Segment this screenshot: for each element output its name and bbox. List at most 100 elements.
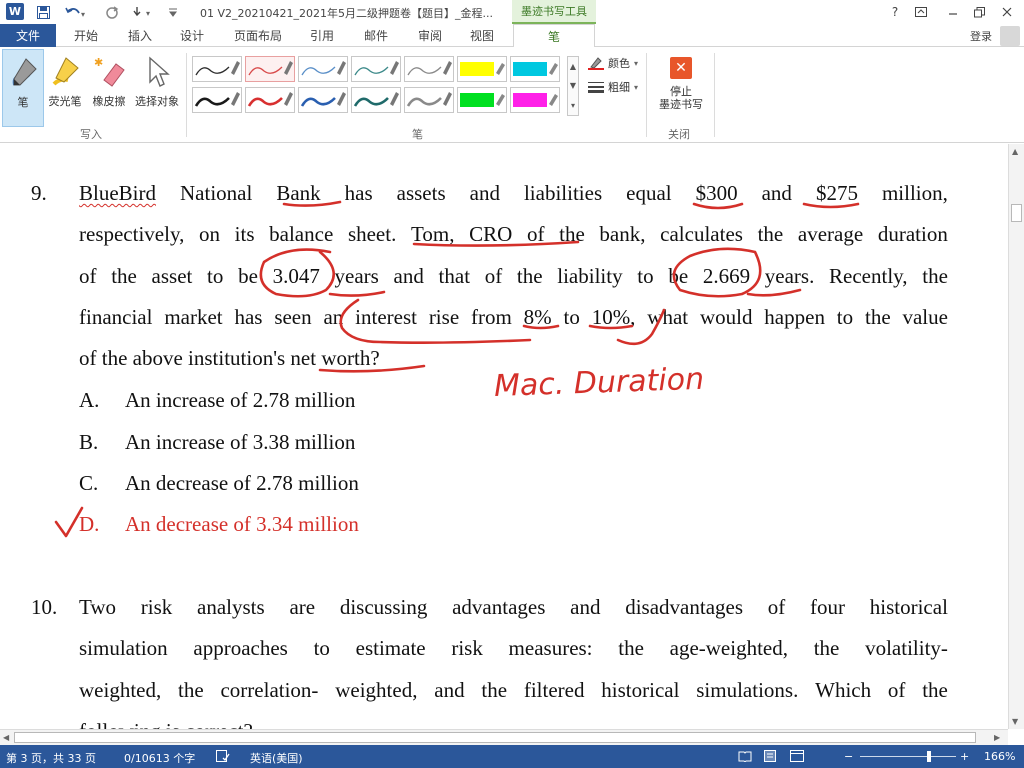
- tab-home[interactable]: 开始: [74, 24, 98, 47]
- word: to: [836, 305, 854, 329]
- horizontal-scroll-thumb[interactable]: [14, 732, 976, 743]
- pen-swatch[interactable]: [298, 56, 348, 82]
- restore-icon[interactable]: [968, 2, 990, 22]
- pen-swatch[interactable]: [404, 87, 454, 113]
- word-count[interactable]: 0/10613 个字: [124, 750, 195, 766]
- eraser-tool-button[interactable]: ✱ 橡皮擦: [88, 49, 130, 127]
- zoom-level[interactable]: 166%: [984, 750, 1015, 763]
- user-avatar[interactable]: [1000, 26, 1020, 46]
- stop-inking-button[interactable]: ✕ 停止 墨迹书写: [654, 51, 708, 125]
- word: the: [481, 678, 508, 702]
- tab-pen[interactable]: 笔: [513, 24, 595, 48]
- zoom-slider-thumb[interactable]: [927, 751, 931, 762]
- scroll-left-icon[interactable]: ◀: [3, 733, 9, 742]
- gallery-down-icon[interactable]: ▼: [570, 81, 576, 90]
- word: the: [618, 636, 644, 660]
- stop-inking-label-1: 停止: [670, 85, 692, 98]
- word: respectively,: [79, 222, 185, 246]
- pen-color-label: 颜色: [608, 57, 630, 70]
- tab-references[interactable]: 引用: [310, 24, 334, 47]
- group-label-pens: 笔: [412, 128, 423, 141]
- ribbon-display-icon[interactable]: [910, 2, 932, 22]
- svg-text:✱: ✱: [94, 56, 103, 69]
- customize-icon[interactable]: [166, 3, 180, 21]
- signin-link[interactable]: 登录: [970, 28, 992, 44]
- gallery-more-icon[interactable]: ▾: [571, 101, 575, 110]
- status-bar: 第 3 页，共 33 页 0/10613 个字 英语(美国) − + 166%: [0, 745, 1024, 768]
- tab-view[interactable]: 视图: [470, 24, 494, 47]
- pen-swatch[interactable]: [298, 87, 348, 113]
- gallery-up-icon[interactable]: ▲: [570, 62, 576, 71]
- word: the: [516, 264, 543, 288]
- tab-design[interactable]: 设计: [180, 24, 204, 47]
- pen-swatch[interactable]: [351, 56, 401, 82]
- vertical-scroll-thumb[interactable]: [1011, 204, 1022, 222]
- proofing-icon[interactable]: [216, 750, 230, 765]
- pen-swatch[interactable]: [404, 56, 454, 82]
- redo-icon[interactable]: [102, 3, 122, 21]
- word: 2.669: [702, 264, 751, 288]
- tab-review[interactable]: 审阅: [418, 24, 442, 47]
- eraser-icon: ✱: [92, 49, 126, 93]
- pen-swatch[interactable]: [457, 56, 507, 82]
- undo-icon[interactable]: ▾: [62, 3, 90, 21]
- zoom-out-icon[interactable]: −: [844, 750, 853, 763]
- minimize-icon[interactable]: [942, 2, 964, 22]
- scroll-down-icon[interactable]: ▼: [1012, 717, 1018, 726]
- word: equal: [626, 181, 672, 205]
- scroll-up-icon[interactable]: ▲: [1012, 147, 1018, 156]
- word: and: [434, 678, 465, 702]
- touch-mode-icon[interactable]: ▾: [128, 3, 158, 21]
- gallery-scroll[interactable]: ▲ ▼ ▾: [567, 56, 579, 116]
- title-bar: W ▾ ▾ 01 V2_20210421_2021年5月二级押题卷【题目】_金程…: [0, 0, 1024, 24]
- word: from: [470, 305, 512, 329]
- option-b-text: An increase of 3.38 million: [125, 430, 356, 454]
- page-count[interactable]: 第 3 页，共 33 页: [6, 750, 96, 766]
- word: historical: [601, 678, 680, 702]
- question-9-line-5: of the above institution's net worth?: [79, 346, 380, 370]
- word: 8%: [523, 305, 552, 329]
- print-layout-icon[interactable]: [764, 750, 776, 765]
- help-icon[interactable]: ?: [884, 2, 906, 22]
- pen-swatch[interactable]: [457, 87, 507, 113]
- highlighter-tool-button[interactable]: 荧光笔: [44, 49, 86, 127]
- pen-swatch[interactable]: [510, 56, 560, 82]
- pen-swatch[interactable]: [510, 87, 560, 113]
- word: disadvantages: [625, 595, 744, 619]
- select-objects-button[interactable]: 选择对象: [132, 49, 182, 127]
- tab-mailings[interactable]: 邮件: [364, 24, 388, 47]
- zoom-in-icon[interactable]: +: [960, 750, 969, 763]
- document-area[interactable]: 9. BlueBird National Bank has assets and liabi…: [0, 144, 1008, 729]
- tab-file[interactable]: 文件: [0, 24, 56, 47]
- language-indicator[interactable]: 英语(美国): [250, 750, 303, 766]
- word: four: [810, 595, 846, 619]
- group-label-close: 关闭: [668, 128, 690, 141]
- pen-thickness-button[interactable]: 粗细 ▾: [588, 78, 638, 96]
- pen-swatch[interactable]: [351, 87, 401, 113]
- close-icon[interactable]: [996, 2, 1018, 22]
- question-10-number: 10.: [31, 595, 58, 619]
- pen-swatch[interactable]: [245, 87, 295, 113]
- save-icon[interactable]: [34, 3, 52, 21]
- vertical-scrollbar[interactable]: ▲ ▼: [1008, 144, 1024, 729]
- horizontal-scrollbar[interactable]: ◀ ▶: [0, 729, 1008, 745]
- tab-page-layout[interactable]: 页面布局: [234, 24, 282, 47]
- pen-swatch[interactable]: [192, 87, 242, 113]
- word: on: [199, 222, 220, 246]
- highlighter-tool-label: 荧光笔: [48, 95, 82, 108]
- tab-insert[interactable]: 插入: [128, 24, 152, 47]
- word: assets: [396, 181, 446, 205]
- word: the: [813, 636, 840, 660]
- zoom-slider[interactable]: [860, 756, 956, 757]
- web-layout-icon[interactable]: [790, 750, 804, 765]
- pen-swatch[interactable]: [245, 56, 295, 82]
- read-mode-icon[interactable]: [738, 750, 752, 765]
- scroll-right-icon[interactable]: ▶: [994, 733, 1000, 742]
- word: years: [334, 264, 379, 288]
- word: rise: [428, 305, 460, 329]
- pen-color-button[interactable]: 颜色 ▾: [588, 54, 638, 72]
- pen-swatch[interactable]: [192, 56, 242, 82]
- word-app-icon[interactable]: W: [6, 3, 24, 20]
- pen-tool-button[interactable]: 笔: [2, 49, 44, 127]
- word: National: [180, 181, 253, 205]
